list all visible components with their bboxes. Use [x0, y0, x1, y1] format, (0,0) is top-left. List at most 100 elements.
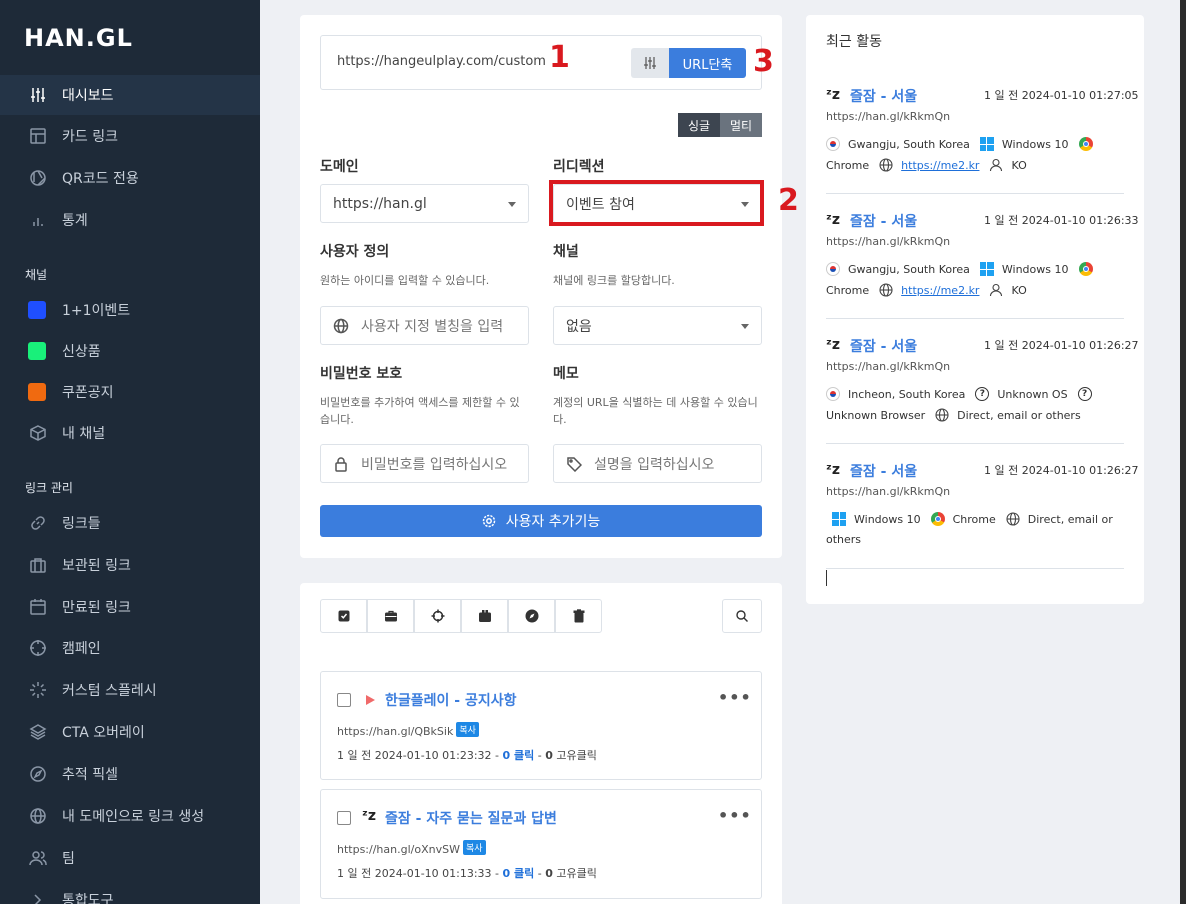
url-input-box[interactable]: https://hangeulplay.com/custom URL단축 [320, 35, 762, 90]
sidebar-item-label: QR코드 전용 [62, 171, 139, 187]
activity-referer: Direct, email or others [957, 408, 1081, 422]
activity-language: KO [1011, 283, 1027, 297]
sidebar-item-channel-2[interactable]: 신상품 [0, 331, 260, 371]
activity-link-name[interactable]: 즐잠 - 서울 [850, 336, 917, 356]
sidebar-item-custom-domain[interactable]: 내 도메인으로 링크 생성 [0, 796, 260, 836]
briefcase-icon [384, 610, 397, 622]
shorten-url-button[interactable]: URL단축 [669, 48, 746, 78]
briefcase-icon [28, 555, 48, 575]
mode-multi-button[interactable]: 멀티 [720, 113, 762, 137]
link-short-url[interactable]: https://han.gl/QBkSik 복사 [337, 722, 479, 738]
sidebar-item-archived[interactable]: 보관된 링크 [0, 545, 260, 585]
globe-icon [879, 158, 893, 172]
custom-alias-input[interactable]: 사용자 지정 별칭을 입력 [320, 306, 529, 345]
link-item[interactable]: 한글플레이 - 공지사항 ••• https://han.gl/QBkSik 복사… [320, 671, 762, 780]
advanced-options-label: 사용자 추가기능 [505, 514, 601, 530]
activity-time: 1 일 전 2024-01-10 01:27:05 [984, 89, 1139, 102]
activity-details: Incheon, South Korea ? Unknown OS ? [826, 387, 1100, 401]
select-all-button[interactable] [320, 599, 367, 633]
activity-link-name[interactable]: 즐잠 - 서울 [850, 461, 917, 481]
campaign-button[interactable] [414, 599, 461, 633]
link-unique-count: 0 [545, 749, 553, 762]
sidebar-item-stats[interactable]: 통계 [0, 200, 260, 240]
link-time: 1 일 전 2024-01-10 01:23:32 [337, 749, 492, 762]
sidebar-item-card-link[interactable]: 카드 링크 [0, 116, 260, 156]
activity-browser: Chrome [826, 283, 870, 297]
memo-input[interactable]: 설명을 입력하십시오 [553, 444, 762, 483]
sidebar-item-team[interactable]: 팀 [0, 838, 260, 878]
layout-icon [28, 126, 48, 146]
activity-referer: Direct, email or [1027, 512, 1113, 526]
link-select-checkbox[interactable] [337, 811, 351, 825]
sidebar-item-dashboard[interactable]: 대시보드 [0, 75, 260, 115]
chevron-right-icon [28, 890, 48, 904]
sidebar-item-label: 캠페인 [62, 641, 101, 657]
link-title[interactable]: 한글플레이 - 공지사항 [385, 690, 516, 710]
user-icon [990, 283, 1003, 297]
channel-label: 채널 [553, 244, 579, 260]
sidebar-item-channel-1[interactable]: 1+1이벤트 [0, 290, 260, 330]
activity-details: Unknown Browser Direct, email or others [826, 408, 1081, 422]
search-button[interactable] [722, 599, 762, 633]
link-clicks: 0 클릭 [502, 749, 535, 762]
activity-details: Gwangju, South Korea Windows 10 [826, 262, 1101, 276]
sidebar-item-splash[interactable]: 커스텀 스플레시 [0, 670, 260, 710]
user-icon [990, 158, 1003, 172]
sidebar-item-channel-3[interactable]: 쿠폰공지 [0, 372, 260, 412]
divider [826, 193, 1124, 194]
windows-icon [979, 262, 994, 276]
custom-alias-hint: 원하는 아이디를 입력할 수 있습니다. [320, 274, 490, 287]
divider [826, 318, 1124, 319]
pixel-button[interactable] [508, 599, 555, 633]
copy-button[interactable]: 복사 [456, 722, 479, 737]
zz-icon: ᶻz [826, 212, 840, 228]
activity-referer[interactable]: https://me2.kr [901, 159, 979, 172]
options-button[interactable] [631, 48, 669, 78]
sidebar-item-links[interactable]: 링크들 [0, 503, 260, 543]
sidebar-item-label: 추적 픽셀 [62, 767, 118, 783]
link-short-url-text: https://han.gl/oXnvSW [337, 843, 460, 856]
sidebar-item-integrations[interactable]: 통합도구 [0, 880, 260, 904]
link-item[interactable]: ᶻz 즐잠 - 자주 묻는 질문과 답변 ••• https://han.gl/… [320, 789, 762, 899]
crosshair-icon [431, 609, 444, 623]
link-short-url[interactable]: https://han.gl/oXnvSW 복사 [337, 840, 486, 856]
chrome-icon [1078, 137, 1093, 151]
activity-link-name[interactable]: 즐잠 - 서울 [850, 211, 917, 231]
advanced-options-button[interactable]: 사용자 추가기능 [320, 505, 762, 537]
activity-referer[interactable]: https://me2.kr [901, 284, 979, 297]
activity-link-name[interactable]: 즐잠 - 서울 [850, 86, 917, 106]
archive-button[interactable] [367, 599, 414, 633]
delete-button[interactable] [555, 599, 602, 633]
layers-icon [28, 722, 48, 742]
link-select-checkbox[interactable] [337, 693, 351, 707]
sidebar-item-expired[interactable]: 만료된 링크 [0, 587, 260, 627]
password-input[interactable]: 비밀번호를 입력하십시오 [320, 444, 529, 483]
globe-icon [1006, 512, 1020, 526]
channel-select[interactable]: 없음 [553, 306, 762, 345]
channel-assign-button[interactable] [461, 599, 508, 633]
flag-kr-icon [826, 387, 840, 401]
sidebar-item-campaign[interactable]: 캠페인 [0, 628, 260, 668]
activity-os: Unknown OS [997, 387, 1068, 401]
url-input[interactable]: https://hangeulplay.com/custom [337, 54, 546, 69]
activity-location: Gwangju, South Korea [848, 137, 970, 151]
sidebar-item-cta[interactable]: CTA 오버레이 [0, 712, 260, 752]
section-label-channels: 채널 [25, 268, 48, 282]
channel-color-swatch [28, 301, 46, 319]
activity-url: https://han.gl/kRkmQn [826, 235, 951, 248]
mode-single-button[interactable]: 싱글 [678, 113, 720, 137]
sidebar-item-my-channels[interactable]: 내 채널 [0, 413, 260, 453]
brand-logo[interactable]: HAN.GL [24, 24, 133, 52]
sidebar-item-qr[interactable]: QR코드 전용 [0, 158, 260, 198]
password-label: 비밀번호 보호 [320, 366, 403, 382]
domain-select[interactable]: https://han.gl [320, 184, 529, 223]
more-options-icon[interactable]: ••• [718, 688, 752, 707]
copy-button[interactable]: 복사 [462, 840, 486, 855]
activity-details: Chrome https://me2.kr KO [826, 283, 1027, 297]
sidebar-item-label: 대시보드 [62, 88, 114, 104]
channel-select-value: 없음 [566, 318, 592, 335]
caret-down-icon [508, 202, 516, 207]
more-options-icon[interactable]: ••• [718, 806, 752, 825]
sidebar-item-pixel[interactable]: 추적 픽셀 [0, 754, 260, 794]
link-title[interactable]: 즐잠 - 자주 묻는 질문과 답변 [385, 808, 557, 828]
